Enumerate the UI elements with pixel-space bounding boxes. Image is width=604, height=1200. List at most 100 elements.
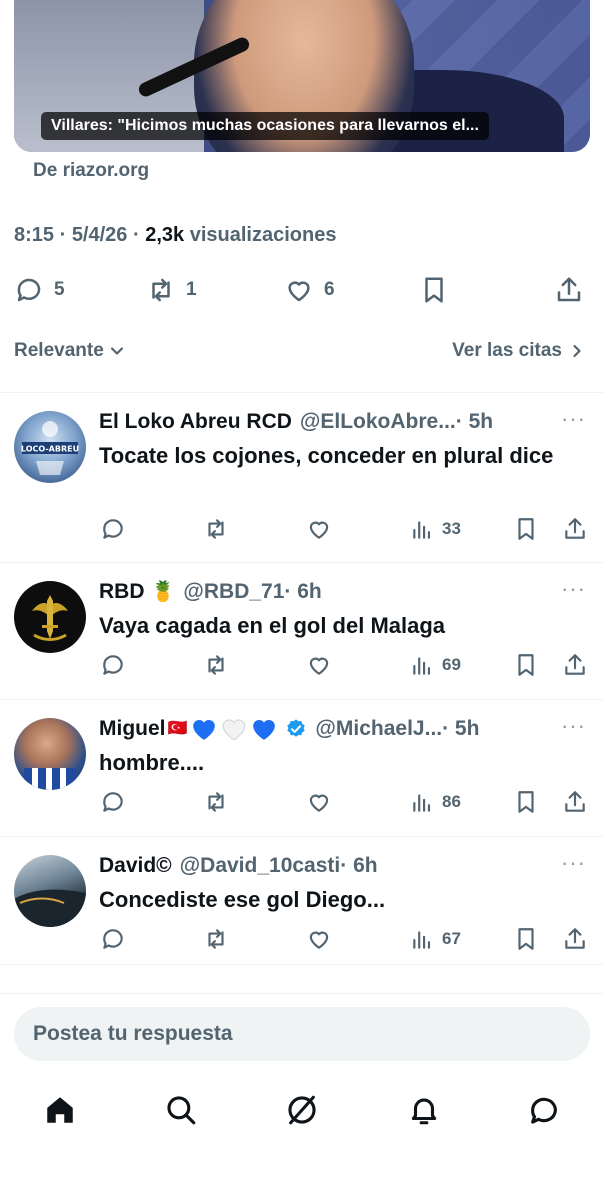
reply-icon bbox=[103, 655, 123, 675]
more-options-icon[interactable]: ··· bbox=[561, 578, 586, 600]
share-button[interactable] bbox=[562, 650, 588, 680]
dagger-emblem-icon bbox=[32, 595, 68, 641]
reply-actions: 86 bbox=[0, 787, 604, 817]
reply-button[interactable] bbox=[100, 924, 126, 954]
tab-search[interactable] bbox=[161, 1090, 201, 1130]
svg-text:LOCO-ABREU: LOCO-ABREU bbox=[21, 445, 79, 454]
reply-time: · 6h bbox=[340, 854, 378, 877]
reply-item[interactable]: Miguel 🇹🇷 @MichaelJ... · 5h ··· hombre..… bbox=[0, 715, 604, 830]
reply-button[interactable] bbox=[100, 787, 126, 817]
reply-author-name[interactable]: David© bbox=[99, 852, 172, 880]
analytics-icon bbox=[413, 794, 431, 812]
flag-emoji: 🇹🇷 bbox=[167, 720, 188, 737]
reply-button[interactable] bbox=[100, 514, 126, 544]
share-icon bbox=[565, 654, 585, 675]
reply-author-handle[interactable]: @ElLokoAbre... bbox=[300, 408, 456, 436]
share-button[interactable] bbox=[562, 787, 588, 817]
repost-button[interactable] bbox=[203, 650, 229, 680]
avatar-photo bbox=[14, 889, 86, 927]
analytics-icon bbox=[413, 931, 431, 949]
views-count: 67 bbox=[442, 929, 461, 948]
avatar[interactable] bbox=[14, 718, 86, 790]
views-count: 69 bbox=[442, 655, 461, 674]
divider bbox=[0, 699, 604, 700]
like-button[interactable] bbox=[306, 650, 332, 680]
heart-icon bbox=[309, 794, 329, 812]
like-button[interactable]: 6 bbox=[284, 272, 335, 308]
reply-item[interactable]: LOCO-ABREU El Loko Abreu RCD @ElLokoAbre… bbox=[0, 408, 604, 558]
share-button[interactable] bbox=[562, 514, 588, 544]
repost-button[interactable]: 1 bbox=[146, 272, 197, 308]
link-card-image[interactable]: Villares: "Hicimos muchas ocasiones para… bbox=[14, 0, 590, 152]
sort-dropdown[interactable]: Relevante bbox=[14, 340, 124, 362]
bookmark-button[interactable] bbox=[513, 650, 539, 680]
view-quotes-label: Ver las citas bbox=[452, 340, 562, 361]
avatar-crest: LOCO-ABREU bbox=[21, 421, 79, 475]
like-button[interactable] bbox=[306, 514, 332, 544]
tab-notifications[interactable] bbox=[404, 1090, 444, 1130]
bookmark-icon bbox=[425, 277, 443, 303]
repost-button[interactable] bbox=[203, 787, 229, 817]
bookmark-button[interactable] bbox=[513, 514, 539, 544]
chevron-right-icon bbox=[573, 344, 581, 358]
views-button[interactable]: 69 bbox=[410, 650, 461, 680]
heart-icon bbox=[288, 281, 310, 302]
share-icon bbox=[557, 277, 581, 302]
reply-author-name[interactable]: El Loko Abreu RCD bbox=[99, 408, 292, 436]
post-actions-bar: 5 1 6 bbox=[0, 272, 604, 308]
reply-author-handle[interactable]: @MichaelJ... bbox=[315, 715, 442, 743]
repost-button[interactable] bbox=[203, 924, 229, 954]
more-options-icon[interactable]: ··· bbox=[561, 715, 586, 737]
reply-button[interactable] bbox=[100, 650, 126, 680]
views-button[interactable]: 86 bbox=[410, 787, 461, 817]
bookmark-button[interactable] bbox=[513, 924, 539, 954]
reply-text: Concediste ese gol Diego... bbox=[99, 887, 386, 912]
reply-actions: 67 bbox=[0, 924, 604, 954]
share-button[interactable] bbox=[562, 924, 588, 954]
analytics-icon bbox=[413, 657, 431, 675]
bookmark-button[interactable] bbox=[419, 272, 449, 308]
reply-author-name[interactable]: Miguel bbox=[99, 715, 166, 743]
post-time: 8:15 bbox=[14, 224, 55, 246]
reply-text: hombre.... bbox=[99, 750, 205, 775]
views-button[interactable]: 67 bbox=[410, 924, 461, 954]
like-button[interactable] bbox=[306, 924, 332, 954]
like-button[interactable] bbox=[306, 787, 332, 817]
divider bbox=[0, 562, 604, 563]
views-button[interactable]: 33 bbox=[410, 514, 461, 544]
reply-actions: 69 bbox=[0, 650, 604, 680]
repost-button[interactable] bbox=[203, 514, 229, 544]
reply-header: David© @David_10casti · 6h bbox=[99, 852, 559, 880]
view-quotes-link[interactable]: Ver las citas bbox=[452, 340, 584, 362]
reply-time: · 6h bbox=[284, 580, 322, 603]
reply-author-name[interactable]: RBD bbox=[99, 578, 145, 606]
repost-icon bbox=[208, 929, 224, 949]
share-button[interactable] bbox=[554, 272, 584, 308]
link-card-source[interactable]: De riazor.org bbox=[33, 160, 149, 182]
link-card-caption: Villares: "Hicimos muchas ocasiones para… bbox=[41, 112, 489, 140]
reply-item[interactable]: RBD 🍍 @RBD_71 · 6h ··· Vaya cagada en el… bbox=[0, 578, 604, 693]
more-options-icon[interactable]: ··· bbox=[561, 852, 586, 874]
reply-composer-input[interactable]: Postea tu respuesta bbox=[14, 1007, 590, 1061]
avatar[interactable] bbox=[14, 855, 86, 927]
views-count: 2,3k bbox=[145, 224, 185, 246]
repost-icon bbox=[208, 519, 224, 539]
bell-icon bbox=[411, 1098, 437, 1125]
heart-icon bbox=[309, 521, 329, 539]
bookmark-button[interactable] bbox=[513, 787, 539, 817]
tab-grok[interactable] bbox=[282, 1090, 322, 1130]
views-count: 33 bbox=[442, 519, 461, 538]
avatar[interactable] bbox=[14, 581, 86, 653]
meta-separator: · bbox=[54, 224, 72, 246]
reply-button[interactable]: 5 bbox=[14, 272, 65, 308]
tab-messages[interactable] bbox=[524, 1090, 564, 1130]
reply-author-handle[interactable]: @David_10casti bbox=[180, 852, 341, 880]
reply-author-handle[interactable]: @RBD_71 bbox=[183, 578, 284, 606]
reply-item[interactable]: David© @David_10casti · 6h ··· Concedist… bbox=[0, 852, 604, 967]
reply-header: Miguel 🇹🇷 @MichaelJ... · 5h bbox=[99, 715, 559, 743]
avatar[interactable]: LOCO-ABREU bbox=[14, 411, 86, 483]
blue-heart-icon bbox=[253, 719, 276, 740]
tab-home[interactable] bbox=[40, 1090, 80, 1130]
more-options-icon[interactable]: ··· bbox=[561, 408, 586, 430]
reply-actions: 33 bbox=[0, 514, 604, 544]
